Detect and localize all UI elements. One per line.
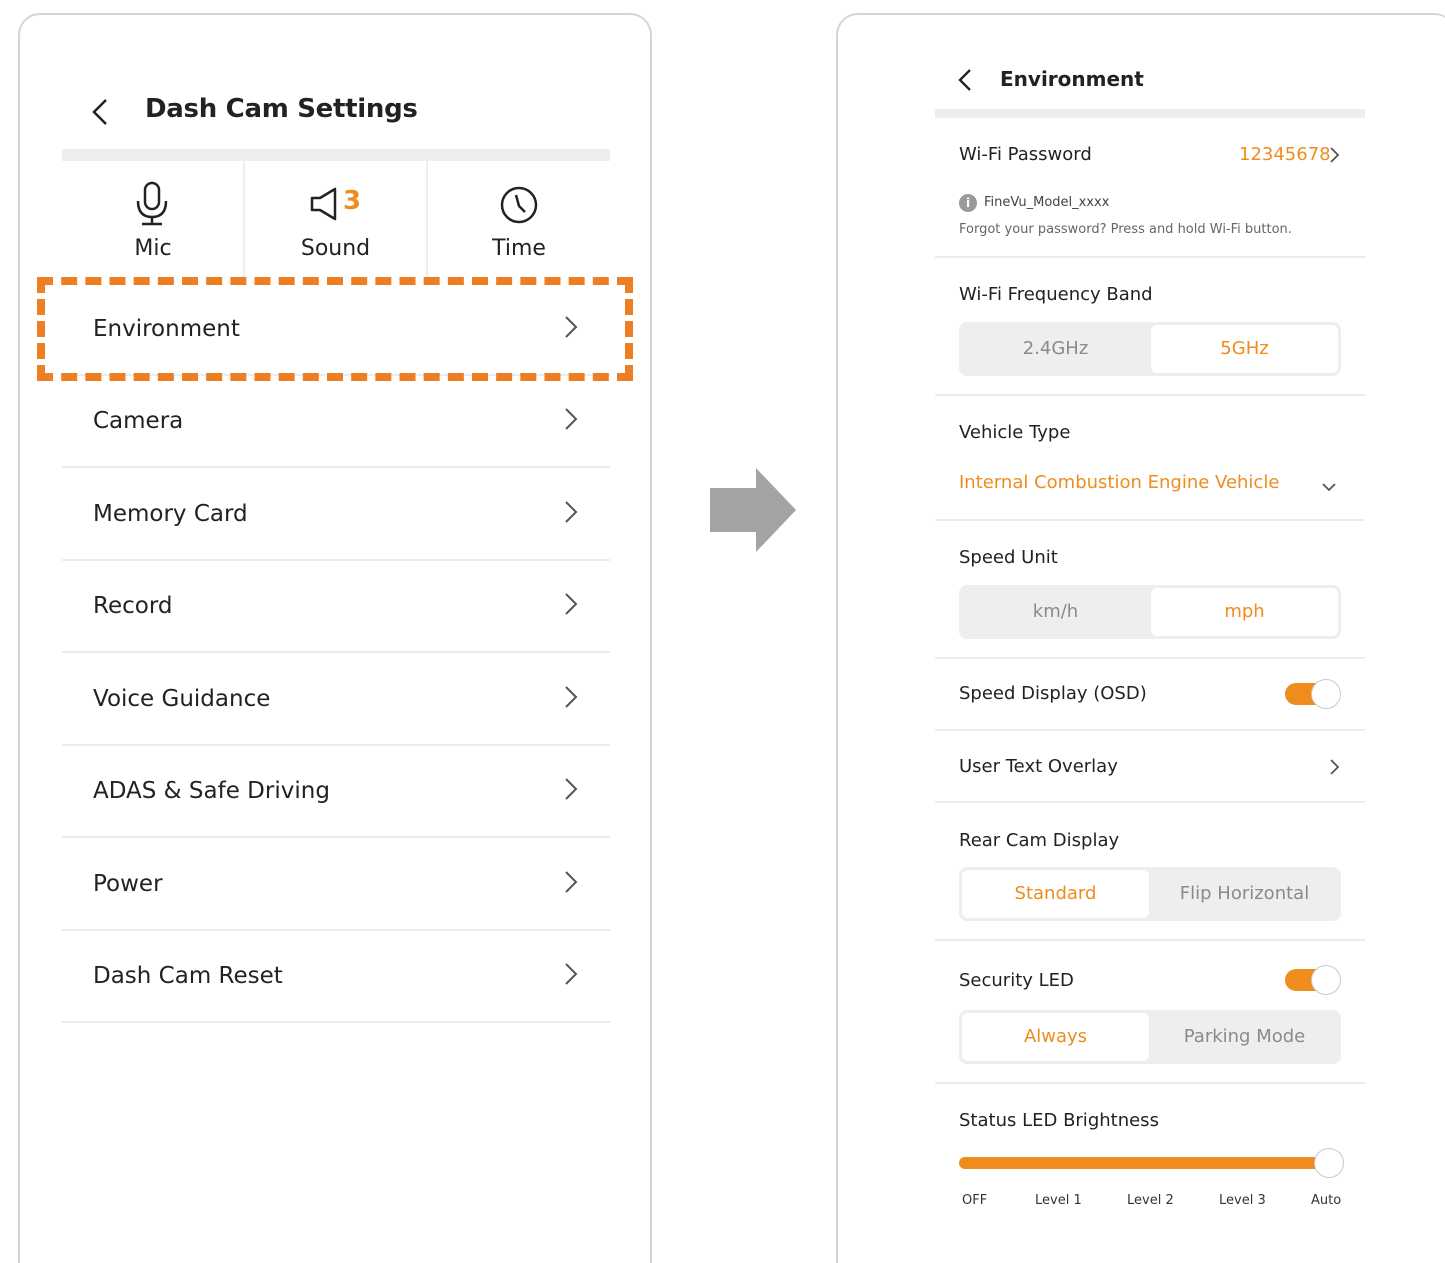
page-title: Dash Cam Settings — [145, 94, 418, 124]
chevron-right-icon — [564, 500, 578, 528]
freq-option-5ghz[interactable]: 5GHz — [1151, 325, 1338, 373]
transition-arrow-icon — [710, 468, 798, 556]
divider — [935, 657, 1365, 659]
security-led-option-parking[interactable]: Parking Mode — [1151, 1013, 1338, 1061]
menu-item-label: Record — [93, 593, 173, 619]
security-led-label: Security LED — [959, 970, 1074, 991]
menu-item-voice-guidance[interactable]: Voice Guidance — [62, 654, 610, 746]
back-arrow-icon[interactable] — [957, 67, 973, 93]
mic-icon — [134, 181, 172, 231]
speaker-icon — [309, 186, 341, 226]
divider — [935, 1082, 1365, 1084]
chevron-right-icon[interactable] — [1329, 758, 1340, 780]
speed-display-toggle[interactable] — [1285, 679, 1341, 709]
vehicle-type-label: Vehicle Type — [959, 422, 1071, 443]
quick-sound-label: Sound — [300, 236, 371, 261]
menu-item-power[interactable]: Power — [62, 839, 610, 931]
menu-item-dash-cam-reset[interactable]: Dash Cam Reset — [62, 931, 610, 1023]
user-text-overlay-label[interactable]: User Text Overlay — [959, 756, 1118, 777]
slider-tick-level-2: Level 2 — [1127, 1193, 1174, 1208]
chevron-down-icon[interactable] — [1321, 477, 1337, 496]
menu-item-memory-card[interactable]: Memory Card — [62, 469, 610, 561]
sound-level-badge: 3 — [343, 186, 362, 216]
divider — [935, 801, 1365, 803]
speed-option-kmh[interactable]: km/h — [962, 588, 1149, 636]
menu-item-label: Voice Guidance — [93, 686, 271, 712]
rear-cam-option-flip[interactable]: Flip Horizontal — [1151, 870, 1338, 918]
chevron-right-icon — [564, 407, 578, 435]
status-led-slider-track[interactable] — [959, 1157, 1329, 1169]
speed-unit-segmented: km/h mph — [959, 585, 1341, 639]
clock-icon — [499, 185, 539, 229]
menu-item-camera[interactable]: Camera — [62, 376, 610, 468]
slider-tick-level-1: Level 1 — [1035, 1193, 1082, 1208]
header-divider — [62, 149, 610, 161]
chevron-right-icon — [564, 685, 578, 713]
menu-item-label: Power — [93, 871, 163, 897]
status-led-slider-handle[interactable] — [1314, 1148, 1344, 1178]
status-led-label: Status LED Brightness — [959, 1110, 1159, 1131]
quick-mic-label: Mic — [134, 236, 172, 261]
header-divider — [935, 109, 1365, 118]
speed-unit-label: Speed Unit — [959, 547, 1058, 568]
freq-option-2-4ghz[interactable]: 2.4GHz — [962, 325, 1149, 373]
menu-item-record[interactable]: Record — [62, 561, 610, 653]
wifi-frequency-label: Wi-Fi Frequency Band — [959, 284, 1153, 305]
quick-mic[interactable]: Mic — [62, 161, 244, 277]
wifi-frequency-segmented: 2.4GHz 5GHz — [959, 322, 1341, 376]
divider — [935, 519, 1365, 521]
slider-tick-level-3: Level 3 — [1219, 1193, 1266, 1208]
divider — [935, 394, 1365, 396]
info-icon: i — [959, 194, 977, 212]
wifi-password-label: Wi-Fi Password — [959, 144, 1092, 165]
menu-item-adas-safe-driving[interactable]: ADAS & Safe Driving — [62, 746, 610, 838]
slider-tick-off: OFF — [962, 1193, 988, 1208]
quick-time-label: Time — [492, 236, 546, 261]
divider — [935, 939, 1365, 941]
chevron-right-icon[interactable] — [1329, 146, 1340, 168]
speed-option-mph[interactable]: mph — [1151, 588, 1338, 636]
menu-item-label: Camera — [93, 408, 184, 434]
wifi-hint: Forgot your password? Press and hold Wi-… — [959, 222, 1292, 237]
quick-sound[interactable]: 3 Sound — [245, 161, 426, 277]
speed-display-label: Speed Display (OSD) — [959, 683, 1147, 704]
security-led-option-always[interactable]: Always — [962, 1013, 1149, 1061]
chevron-right-icon — [564, 592, 578, 620]
menu-item-environment[interactable]: Environment — [62, 284, 610, 376]
chevron-right-icon — [564, 315, 578, 343]
security-led-segmented: Always Parking Mode — [959, 1010, 1341, 1064]
menu-item-label: Dash Cam Reset — [93, 963, 283, 989]
divider — [935, 729, 1365, 731]
back-arrow-icon[interactable] — [90, 97, 110, 127]
rear-cam-option-standard[interactable]: Standard — [962, 870, 1149, 918]
menu-item-label: Environment — [93, 316, 240, 342]
chevron-right-icon — [564, 777, 578, 805]
vehicle-type-select[interactable]: Internal Combustion Engine Vehicle — [959, 472, 1279, 493]
slider-tick-auto: Auto — [1311, 1193, 1342, 1208]
chevron-right-icon — [564, 870, 578, 898]
quick-time[interactable]: Time — [428, 161, 610, 277]
wifi-password-value[interactable]: 12345678 — [1239, 144, 1331, 165]
chevron-right-icon — [564, 962, 578, 990]
menu-item-label: Memory Card — [93, 501, 248, 527]
page-title: Environment — [1000, 67, 1144, 91]
wifi-ssid: FineVu_Model_xxxx — [984, 195, 1110, 210]
rear-cam-display-label: Rear Cam Display — [959, 830, 1120, 851]
security-led-toggle[interactable] — [1285, 965, 1341, 995]
rear-cam-segmented: Standard Flip Horizontal — [959, 867, 1341, 921]
menu-item-label: ADAS & Safe Driving — [93, 778, 330, 804]
divider — [935, 256, 1365, 258]
